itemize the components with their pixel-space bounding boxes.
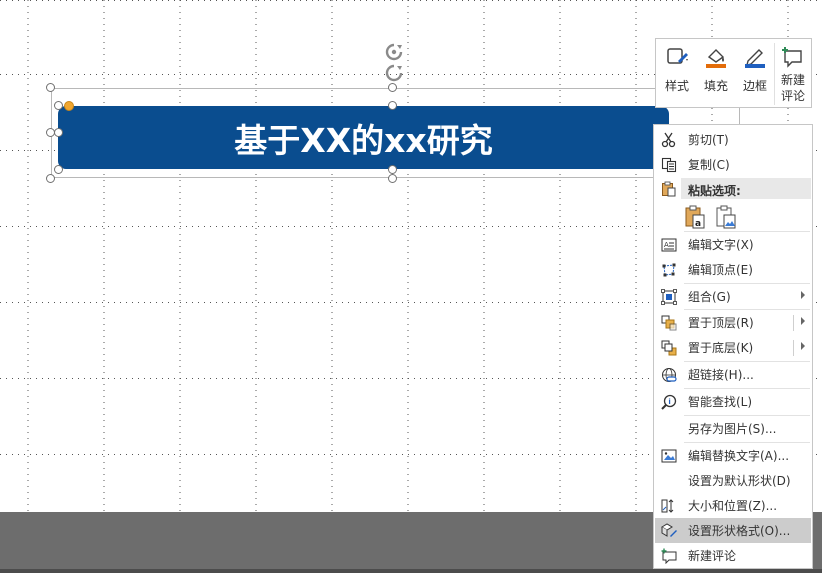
copy-icon	[661, 157, 677, 173]
menu-item-bring-to-front[interactable]: 置于顶层(R)	[655, 310, 811, 335]
menu-item-set-default-shape-label: 设置为默认形状(D)	[688, 474, 791, 488]
shape-style-icon	[667, 48, 688, 64]
paste-as-picture-icon[interactable]	[715, 205, 737, 229]
fill-bucket-icon	[706, 49, 726, 68]
bottom-panel-edge	[0, 569, 822, 573]
outline-pen-icon	[745, 49, 765, 68]
resize-handle-inner-left-middle[interactable]	[54, 128, 63, 137]
edit-text-icon: A	[661, 238, 677, 252]
menu-item-set-default-shape[interactable]: 设置为默认形状(D)	[655, 468, 811, 493]
send-to-back-icon	[661, 340, 677, 356]
menu-item-copy[interactable]: 复制(C)	[655, 152, 811, 177]
menu-item-send-to-back-label: 置于底层(K)	[688, 341, 754, 355]
menu-item-hyperlink[interactable]: 超链接(H)...	[655, 362, 811, 387]
fill-button-label: 填充	[703, 79, 728, 93]
resize-handle-inner-left-bottom[interactable]	[54, 165, 63, 174]
alt-text-icon	[661, 449, 677, 463]
svg-text:a: a	[695, 219, 701, 229]
edit-points-icon	[662, 263, 676, 277]
menu-item-format-shape-label: 设置形状格式(O)...	[688, 524, 791, 538]
bring-to-front-icon	[661, 315, 677, 331]
menu-item-edit-points[interactable]: 编辑顶点(E)	[655, 257, 811, 282]
menu-item-save-as-picture-label: 另存为图片(S)...	[688, 422, 777, 436]
svg-text:i: i	[668, 398, 670, 406]
resize-handle-inner-left-top[interactable]	[54, 101, 63, 110]
menu-item-size-and-position[interactable]: 大小和位置(Z)...	[655, 493, 811, 518]
menu-item-format-shape[interactable]: 设置形状格式(O)...	[655, 518, 811, 543]
menu-item-edit-text-label: 编辑文字(X)	[688, 238, 754, 252]
resize-handle-bottom-left[interactable]	[46, 174, 55, 183]
rotate-handle-icon-shadow	[385, 64, 403, 82]
menu-item-group[interactable]: 组合(G)	[655, 284, 811, 309]
menu-item-send-to-back[interactable]: 置于底层(K)	[655, 335, 811, 360]
paste-icon	[662, 181, 676, 197]
new-comment-toolbar-button[interactable]: 新建 评论	[775, 43, 811, 103]
menu-item-new-comment-label: 新建评论	[688, 549, 737, 563]
menu-item-size-and-position-label: 大小和位置(Z)...	[688, 499, 778, 513]
menu-item-edit-alt-text[interactable]: 编辑替换文字(A)...	[655, 443, 811, 468]
menu-item-bring-to-front-label: 置于顶层(R)	[688, 316, 754, 330]
outline-button-label: 边框	[742, 79, 767, 93]
resize-handle-bottom-middle[interactable]	[388, 174, 397, 183]
rotate-handle-icon[interactable]	[383, 42, 405, 64]
split-divider	[793, 340, 794, 356]
menu-item-cut-label: 剪切(T)	[688, 133, 729, 147]
shape-title-text[interactable]: 基于XX的xx研究	[234, 114, 492, 162]
smart-lookup-icon: i	[661, 394, 677, 410]
resize-handle-inner-bottom-middle[interactable]	[388, 165, 397, 174]
split-divider	[793, 315, 794, 331]
menu-item-copy-label: 复制(C)	[688, 158, 730, 172]
group-icon	[661, 289, 677, 305]
title-shape[interactable]: 基于XX的xx研究	[58, 106, 669, 169]
menu-item-cut[interactable]: 剪切(T)	[655, 127, 811, 152]
menu-item-edit-text[interactable]: A 编辑文字(X)	[655, 232, 811, 257]
menu-item-smart-lookup[interactable]: i 智能查找(L)	[655, 389, 811, 414]
shape-adjust-handle[interactable]	[64, 101, 74, 111]
new-comment-label-line2: 评论	[780, 89, 805, 103]
menu-item-new-comment[interactable]: 新建评论	[655, 543, 811, 568]
menu-item-edit-points-label: 编辑顶点(E)	[688, 263, 753, 277]
resize-handle-inner-top-middle[interactable]	[388, 101, 397, 110]
menu-item-smart-lookup-label: 智能查找(L)	[688, 395, 753, 409]
paste-options-header: 粘贴选项:	[655, 176, 811, 201]
hyperlink-icon	[662, 368, 677, 382]
size-position-icon	[661, 499, 674, 513]
resize-handle-top-left[interactable]	[46, 83, 55, 92]
new-comment-icon	[782, 47, 802, 68]
paste-keep-source-icon[interactable]: a	[684, 205, 706, 229]
mini-toolbar: 样式 填充 边框 新建 评论	[655, 38, 812, 108]
new-comment-label-line1: 新建	[780, 73, 805, 87]
menu-item-edit-alt-text-label: 编辑替换文字(A)...	[688, 449, 790, 463]
menu-item-save-as-picture[interactable]: 另存为图片(S)...	[655, 416, 811, 441]
menu-item-hyperlink-label: 超链接(H)...	[688, 368, 754, 382]
fill-button[interactable]: 填充	[698, 43, 734, 103]
svg-text:A: A	[664, 241, 669, 249]
new-comment-icon	[661, 548, 677, 564]
scissors-icon	[661, 132, 676, 148]
style-button[interactable]: 样式	[659, 43, 695, 103]
paste-options-label: 粘贴选项:	[688, 184, 741, 198]
submenu-arrow-icon[interactable]	[801, 317, 805, 325]
format-shape-icon	[661, 523, 677, 537]
context-menu: 剪切(T) 复制(C) 粘贴选项: a A 编辑文字(X) 编辑顶点(E) 组合…	[653, 124, 813, 569]
menu-item-group-label: 组合(G)	[688, 290, 731, 304]
outline-button[interactable]: 边框	[737, 43, 773, 103]
style-button-label: 样式	[664, 79, 689, 93]
submenu-arrow-icon[interactable]	[801, 342, 805, 350]
submenu-arrow-icon	[801, 291, 805, 299]
